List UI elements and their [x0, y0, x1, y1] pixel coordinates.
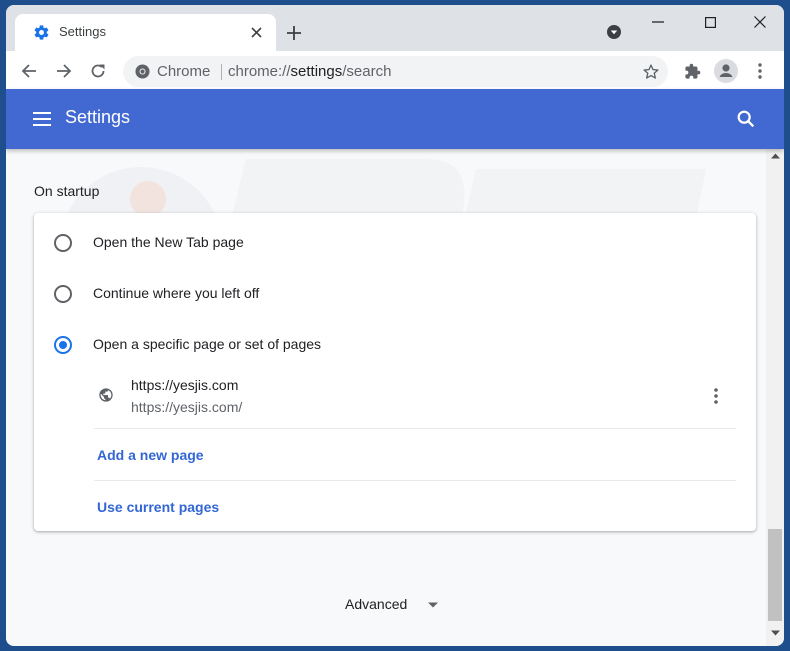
back-button[interactable] [16, 58, 42, 84]
menu-button[interactable] [747, 58, 773, 84]
extensions-button[interactable] [679, 58, 705, 84]
use-current-pages-link[interactable]: Use current pages [97, 499, 219, 515]
address-bar[interactable]: Chrome chrome://settings/search [123, 56, 668, 87]
omnibox-separator [221, 64, 222, 80]
maximize-button[interactable] [695, 11, 725, 33]
globe-icon [99, 388, 113, 402]
more-vert-icon[interactable] [706, 386, 726, 406]
url-host: settings [290, 63, 343, 80]
advanced-toggle[interactable]: Advanced [345, 596, 407, 612]
hamburger-menu-icon[interactable] [30, 107, 54, 131]
url-scheme: chrome:// [228, 63, 291, 80]
startup-page-title: https://yesjis.com [131, 377, 239, 393]
radio-button[interactable] [54, 234, 72, 252]
startup-option-continue[interactable]: Continue where you left off [34, 268, 756, 318]
tab-search-icon[interactable] [606, 24, 622, 40]
option-label: Open the New Tab page [93, 234, 244, 250]
site-chip: Chrome [157, 63, 211, 80]
minimize-icon [652, 21, 664, 23]
reload-icon [91, 64, 105, 78]
maximize-icon [704, 16, 716, 28]
new-tab-button[interactable] [283, 22, 305, 44]
caret-down-icon[interactable] [427, 601, 439, 609]
settings-title: Settings [65, 107, 131, 127]
startup-card: Open the New Tab page Continue where you… [34, 213, 756, 531]
url-text[interactable]: chrome://settings/search [228, 63, 391, 80]
browser-window: Settings Chrome chrome://settings/search… [6, 5, 784, 646]
arrow-down-icon [770, 630, 780, 636]
tab-settings[interactable]: Settings [15, 14, 276, 51]
scroll-up-button[interactable] [766, 153, 784, 165]
startup-page-entry: https://yesjis.com https://yesjis.com/ [34, 368, 756, 428]
settings-header: Settings [6, 89, 784, 149]
close-icon [250, 26, 262, 38]
divider [94, 480, 736, 481]
radio-button-checked[interactable] [54, 336, 72, 354]
search-icon[interactable] [735, 108, 757, 130]
option-label: Open a specific page or set of pages [93, 336, 322, 352]
add-new-page-link[interactable]: Add a new page [97, 447, 204, 463]
section-title-on-startup: On startup [34, 183, 100, 199]
url-path: /search [342, 63, 392, 80]
vertical-scrollbar[interactable] [766, 149, 784, 646]
tab-strip: Settings [6, 5, 784, 51]
close-icon [754, 16, 766, 28]
settings-content: risk.com On startup Open the New Tab pag… [6, 149, 766, 646]
startup-option-new-tab[interactable]: Open the New Tab page [34, 217, 756, 267]
arrow-right-icon [57, 64, 72, 78]
gear-icon [34, 25, 49, 40]
plus-icon [287, 26, 301, 40]
divider [94, 428, 736, 429]
radio-button[interactable] [54, 285, 72, 303]
forward-button[interactable] [51, 58, 77, 84]
scroll-down-button[interactable] [766, 630, 784, 642]
option-label: Continue where you left off [93, 285, 260, 301]
startup-page-url: https://yesjis.com/ [131, 399, 243, 415]
startup-option-specific-pages[interactable]: Open a specific page or set of pages [34, 319, 756, 369]
scroll-thumb[interactable] [768, 529, 782, 621]
tab-close-button[interactable] [247, 23, 265, 41]
chrome-icon [135, 64, 150, 79]
profile-button[interactable] [713, 58, 739, 84]
reload-button[interactable] [85, 58, 111, 84]
star-icon[interactable] [642, 63, 660, 81]
more-vert-icon [758, 63, 762, 79]
minimize-button[interactable] [643, 11, 673, 33]
tab-title: Settings [59, 24, 106, 39]
arrow-left-icon [21, 64, 36, 78]
close-window-button[interactable] [745, 11, 775, 33]
arrow-up-icon [770, 153, 780, 159]
extensions-icon [684, 63, 700, 79]
browser-toolbar: Chrome chrome://settings/search [6, 51, 784, 89]
profile-icon [714, 59, 738, 83]
